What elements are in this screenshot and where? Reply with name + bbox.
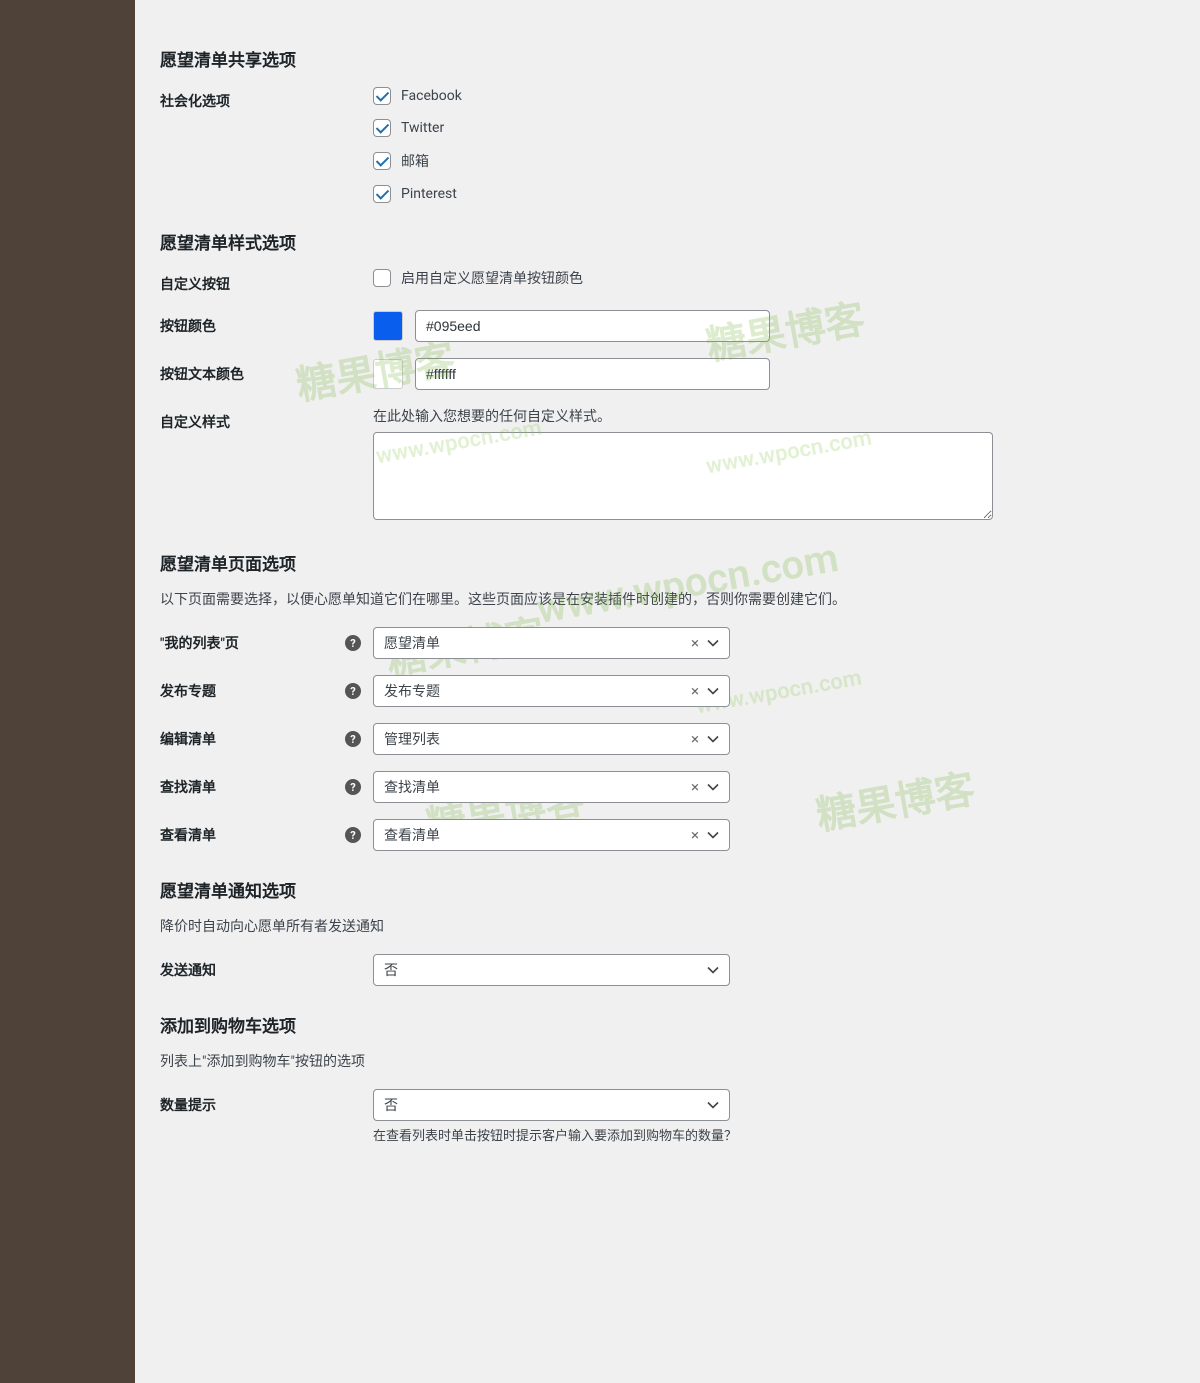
select-find[interactable]: 查找清单 × [373, 771, 730, 803]
select-edit[interactable]: 管理列表 × [373, 723, 730, 755]
checkbox-email-label: 邮箱 [401, 151, 429, 171]
select-send-notify[interactable]: 否 [373, 954, 730, 986]
checkbox-facebook-input[interactable] [373, 87, 391, 105]
chevron-down-icon [707, 637, 719, 649]
checkbox-twitter[interactable]: Twitter [373, 119, 1170, 137]
label-social: 社会化选项 [160, 85, 373, 111]
label-custom-css: 自定义样式 [160, 406, 373, 432]
select-qty-prompt-value: 否 [384, 1095, 398, 1115]
select-send-notify-value: 否 [384, 960, 398, 980]
clear-icon[interactable]: × [691, 682, 699, 700]
checkbox-twitter-label: Twitter [401, 120, 444, 136]
select-my-lists-value: 愿望清单 [384, 633, 440, 653]
admin-sidebar [0, 0, 135, 1383]
help-icon[interactable]: ? [345, 731, 361, 747]
checkbox-twitter-input[interactable] [373, 119, 391, 137]
input-button-text-color[interactable] [415, 358, 770, 390]
chevron-down-icon [707, 829, 719, 841]
select-my-lists[interactable]: 愿望清单 × [373, 627, 730, 659]
select-view[interactable]: 查看清单 × [373, 819, 730, 851]
checkbox-facebook-label: Facebook [401, 88, 462, 104]
section-title-notify: 愿望清单通知选项 [160, 877, 1170, 902]
chevron-down-icon [707, 964, 719, 976]
label-button-text-color: 按钮文本颜色 [160, 358, 373, 384]
label-send-notify: 发送通知 [160, 954, 373, 980]
section-title-style: 愿望清单样式选项 [160, 229, 1170, 254]
checkbox-custom-button[interactable]: 启用自定义愿望清单按钮颜色 [373, 268, 1170, 288]
label-view: 查看清单 [160, 825, 216, 845]
select-find-value: 查找清单 [384, 777, 440, 797]
checkbox-email[interactable]: 邮箱 [373, 151, 1170, 171]
clear-icon[interactable]: × [691, 778, 699, 796]
clear-icon[interactable]: × [691, 826, 699, 844]
help-icon[interactable]: ? [345, 779, 361, 795]
section-title-cart: 添加到购物车选项 [160, 1012, 1170, 1037]
label-my-lists: "我的列表"页 [160, 633, 239, 653]
checkbox-pinterest-label: Pinterest [401, 186, 457, 202]
desc-cart: 列表上"添加到购物车"按钮的选项 [160, 1051, 1170, 1071]
select-create-value: 发布专题 [384, 681, 440, 701]
checkbox-facebook[interactable]: Facebook [373, 87, 1170, 105]
checkbox-pinterest[interactable]: Pinterest [373, 185, 1170, 203]
checkbox-custom-button-label: 启用自定义愿望清单按钮颜色 [401, 268, 583, 288]
chevron-down-icon [707, 733, 719, 745]
settings-content: 糖果博客 糖果博客 www.wpocn.com www.wpocn.com ww… [135, 0, 1200, 1383]
subnote-qty-prompt: 在查看列表时单击按钮时提示客户输入要添加到购物车的数量？ [373, 1125, 1170, 1144]
label-edit: 编辑清单 [160, 729, 216, 749]
label-custom-button: 自定义按钮 [160, 268, 373, 294]
desc-notify: 降价时自动向心愿单所有者发送通知 [160, 916, 1170, 936]
desc-pages: 以下页面需要选择，以便心愿单知道它们在哪里。这些页面应该是在安装插件时创建的，否… [160, 589, 1170, 609]
label-button-color: 按钮颜色 [160, 310, 373, 336]
checkbox-custom-button-input[interactable] [373, 269, 391, 287]
help-icon[interactable]: ? [345, 635, 361, 651]
watermark-url: www.wpocn.com [533, 534, 842, 633]
select-edit-value: 管理列表 [384, 729, 440, 749]
clear-icon[interactable]: × [691, 634, 699, 652]
swatch-button-color[interactable] [373, 311, 403, 341]
checkbox-email-input[interactable] [373, 152, 391, 170]
help-icon[interactable]: ? [345, 683, 361, 699]
help-icon[interactable]: ? [345, 827, 361, 843]
chevron-down-icon [707, 781, 719, 793]
textarea-custom-css[interactable] [373, 432, 993, 520]
select-create[interactable]: 发布专题 × [373, 675, 730, 707]
clear-icon[interactable]: × [691, 730, 699, 748]
note-custom-css: 在此处输入您想要的任何自定义样式。 [373, 406, 1170, 426]
chevron-down-icon [707, 685, 719, 697]
label-qty-prompt: 数量提示 [160, 1089, 373, 1115]
checkbox-pinterest-input[interactable] [373, 185, 391, 203]
label-find: 查找清单 [160, 777, 216, 797]
label-create: 发布专题 [160, 681, 216, 701]
section-title-pages: 愿望清单页面选项 [160, 550, 1170, 575]
swatch-button-text-color[interactable] [373, 359, 403, 389]
input-button-color[interactable] [415, 310, 770, 342]
select-qty-prompt[interactable]: 否 [373, 1089, 730, 1121]
select-view-value: 查看清单 [384, 825, 440, 845]
chevron-down-icon [707, 1099, 719, 1111]
section-title-share: 愿望清单共享选项 [160, 46, 1170, 71]
